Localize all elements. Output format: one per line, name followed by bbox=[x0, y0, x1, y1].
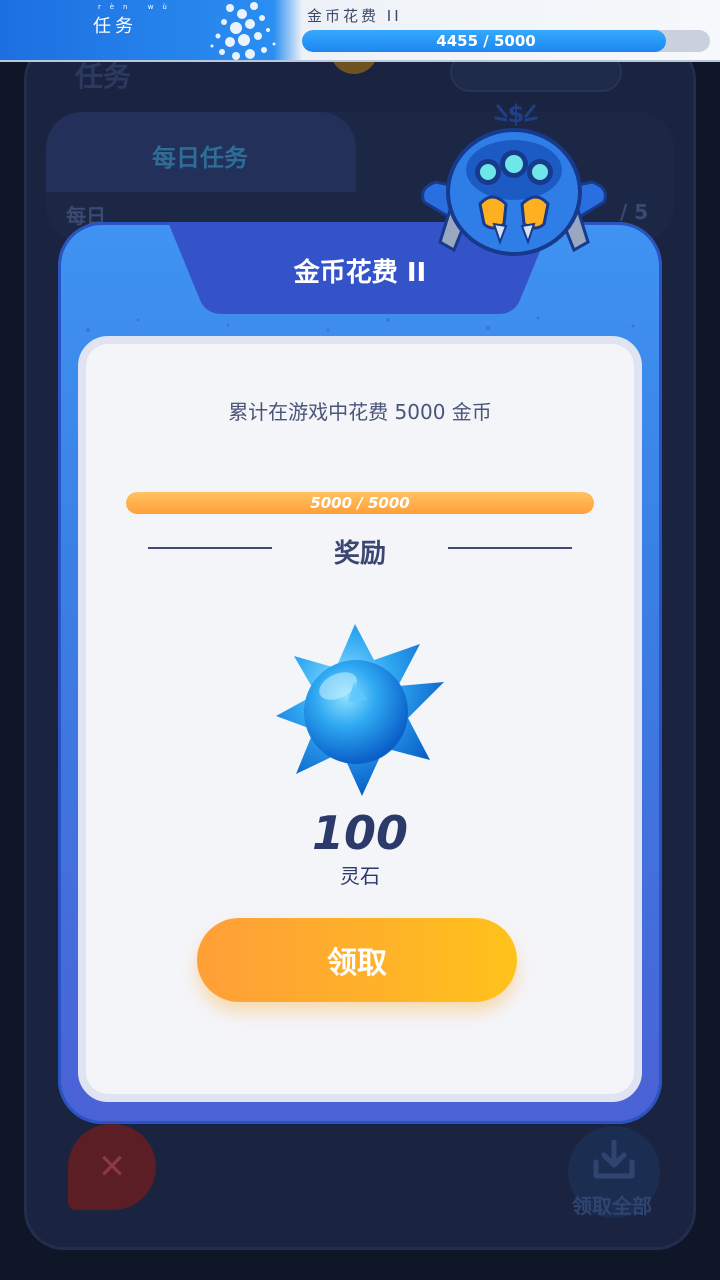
tracker-quest-name: 金币花费 II bbox=[307, 7, 402, 25]
reward-amount: 100 bbox=[311, 806, 409, 860]
claim-all-label: 领取全部 bbox=[572, 1194, 652, 1218]
close-icon: ✕ bbox=[97, 1147, 127, 1187]
tracker-progress-bar: 4455 / 5000 bbox=[302, 30, 710, 52]
quest-progress-text: 5000 / 5000 bbox=[310, 494, 410, 512]
blue-spider-robot-icon: $ bbox=[421, 100, 607, 256]
quest-tracker-bar[interactable]: rèn wù 任务 金币花费 II 4455 / 5000 bbox=[0, 0, 720, 62]
reward-heading: 奖励 bbox=[333, 539, 386, 569]
blue-spiked-gem-icon bbox=[276, 624, 444, 796]
quest-row-count: / 5 bbox=[620, 200, 649, 224]
dot-pattern-decoration bbox=[210, 2, 276, 60]
tab-daily-label: 每日任务 bbox=[152, 144, 248, 172]
claim-button[interactable]: 领取 bbox=[197, 918, 517, 1002]
svg-text:$: $ bbox=[508, 100, 525, 128]
close-button[interactable]: ✕ bbox=[68, 1124, 156, 1210]
tracker-title: 任务 bbox=[93, 16, 137, 37]
title-ruby: rèn wù bbox=[98, 3, 176, 11]
tracker-progress-text: 4455 / 5000 bbox=[436, 32, 536, 50]
quest-description: 累计在游戏中花费 5000 金币 bbox=[228, 400, 492, 424]
quest-progress-bar: 5000 / 5000 bbox=[126, 492, 594, 514]
divider-right bbox=[448, 547, 572, 549]
reward-name: 灵石 bbox=[340, 864, 380, 888]
claim-button-label: 领取 bbox=[327, 946, 387, 981]
download-icon bbox=[593, 1140, 635, 1179]
